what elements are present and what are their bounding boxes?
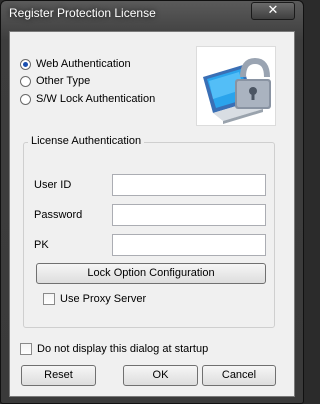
pk-label: PK <box>34 239 49 251</box>
pk-input[interactable] <box>112 234 266 256</box>
checkbox-box[interactable] <box>20 343 32 355</box>
checkbox-box[interactable] <box>43 293 55 305</box>
window-title: Register Protection License <box>9 6 156 20</box>
use-proxy-server-checkbox[interactable]: Use Proxy Server <box>43 291 146 307</box>
button-label: Lock Option Configuration <box>87 267 215 279</box>
close-button[interactable]: ✕ <box>251 2 295 20</box>
radio-sw-lock-authentication[interactable]: S/W Lock Authentication <box>20 91 155 107</box>
computer-padlock-icon <box>203 57 271 124</box>
cancel-button[interactable]: Cancel <box>202 365 276 386</box>
checkbox-label: Do not display this dialog at startup <box>37 343 209 355</box>
radio-label: S/W Lock Authentication <box>36 93 156 105</box>
radio-web-authentication[interactable]: Web Authentication <box>20 56 131 72</box>
ok-button[interactable]: OK <box>123 365 198 386</box>
radio-button[interactable] <box>20 93 31 105</box>
radio-label: Web Authentication <box>36 58 131 70</box>
license-logo <box>196 46 276 126</box>
title-bar[interactable]: Register Protection License ✕ <box>1 1 303 27</box>
lock-option-configuration-button[interactable]: Lock Option Configuration <box>36 263 266 284</box>
radio-button[interactable] <box>20 75 31 87</box>
radio-other-type[interactable]: Other Type <box>20 73 90 89</box>
close-icon: ✕ <box>267 3 279 18</box>
startup-display-checkbox[interactable]: Do not display this dialog at startup <box>20 341 208 357</box>
radio-label: Other Type <box>36 75 91 87</box>
button-label: OK <box>152 369 169 381</box>
group-title: License Authentication <box>28 135 145 147</box>
password-input[interactable] <box>112 204 266 226</box>
dialog-client-area: Web Authentication Other Type S/W Lock A… <box>9 31 295 397</box>
password-label: Password <box>34 209 83 221</box>
button-label: Reset <box>44 369 73 381</box>
button-label: Cancel <box>221 369 257 381</box>
user-id-label: User ID <box>34 179 72 191</box>
dialog-window: Register Protection License ✕ Web Authen… <box>0 0 304 404</box>
checkbox-label: Use Proxy Server <box>60 293 147 305</box>
user-id-input[interactable] <box>112 174 266 196</box>
reset-button[interactable]: Reset <box>21 365 96 386</box>
radio-button-checked[interactable] <box>20 58 31 70</box>
